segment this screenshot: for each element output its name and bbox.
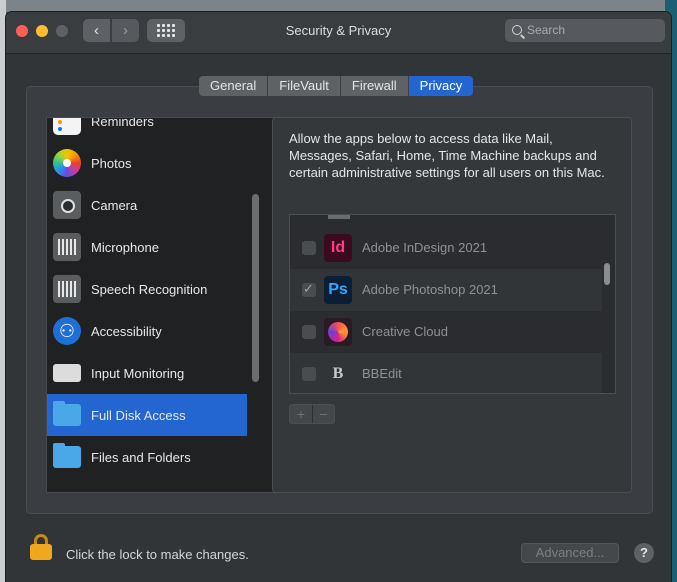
close-window-button[interactable] xyxy=(16,25,28,37)
app-name: Creative Cloud xyxy=(362,324,448,339)
folder-icon xyxy=(53,401,81,426)
zoom-window-button[interactable] xyxy=(56,25,68,37)
app-list[interactable]: Id Adobe InDesign 2021 Ps Adobe Photosho… xyxy=(289,214,616,394)
sidebar-item-photos[interactable]: Photos xyxy=(47,142,265,184)
app-row-photoshop[interactable]: Ps Adobe Photoshop 2021 xyxy=(290,269,602,311)
sidebar-item-camera[interactable]: Camera xyxy=(47,184,265,226)
minimize-window-button[interactable] xyxy=(36,25,48,37)
app-row-bbedit[interactable]: B BBEdit xyxy=(290,353,602,393)
add-remove-group: + − xyxy=(289,404,335,424)
sidebar-item-label: Microphone xyxy=(91,239,159,255)
app-list-scrollbar[interactable] xyxy=(604,263,610,285)
creative-cloud-icon xyxy=(324,318,352,346)
tab-firewall[interactable]: Firewall xyxy=(340,76,409,96)
speech-recognition-icon xyxy=(53,275,81,303)
advanced-button[interactable]: Advanced... xyxy=(521,543,619,563)
sidebar-item-label: Reminders xyxy=(91,117,154,129)
app-row-creative-cloud[interactable]: Creative Cloud xyxy=(290,311,602,353)
indesign-icon: Id xyxy=(324,234,352,262)
search-placeholder: Search xyxy=(527,23,566,37)
sidebar-item-label: Files and Folders xyxy=(91,449,191,465)
app-name: Adobe Photoshop 2021 xyxy=(362,282,498,297)
sidebar-item-label: Input Monitoring xyxy=(91,365,185,381)
microphone-icon xyxy=(53,233,81,261)
sidebar-item-input-monitoring[interactable]: Input Monitoring xyxy=(47,352,265,394)
folder-icon xyxy=(53,443,81,468)
app-name: Adobe InDesign 2021 xyxy=(362,240,488,255)
tab-privacy[interactable]: Privacy xyxy=(408,76,474,96)
privacy-panel: Reminders Photos Camera Microphone Speec… xyxy=(26,86,653,514)
lock-status-text: Click the lock to make changes. xyxy=(66,547,249,562)
keyboard-icon xyxy=(53,364,81,382)
app-checkbox[interactable] xyxy=(302,241,316,255)
sidebar-item-label: Accessibility xyxy=(91,323,162,339)
privacy-category-list[interactable]: Reminders Photos Camera Microphone Speec… xyxy=(46,117,275,493)
app-checkbox[interactable] xyxy=(302,367,316,381)
lock-icon[interactable] xyxy=(30,534,52,560)
sidebar-item-accessibility[interactable]: Accessibility xyxy=(47,310,265,352)
bbedit-icon: B xyxy=(324,360,352,388)
window-title: Security & Privacy xyxy=(285,23,392,38)
photoshop-icon: Ps xyxy=(324,276,352,304)
app-checkbox[interactable] xyxy=(302,325,316,339)
show-all-button[interactable] xyxy=(147,19,185,42)
help-button[interactable]: ? xyxy=(634,543,654,563)
app-access-box: Allow the apps below to access data like… xyxy=(272,117,632,493)
forward-button[interactable]: › xyxy=(112,19,139,42)
camera-icon xyxy=(53,191,81,219)
sidebar-item-microphone[interactable]: Microphone xyxy=(47,226,265,268)
tab-general[interactable]: General xyxy=(199,76,269,96)
sidebar-item-label: Full Disk Access xyxy=(91,407,186,423)
photos-icon xyxy=(53,149,81,177)
sidebar-item-files-and-folders[interactable]: Files and Folders xyxy=(47,436,265,478)
sidebar-scrollbar[interactable] xyxy=(252,194,259,382)
reminders-icon xyxy=(53,118,81,135)
back-button[interactable]: ‹ xyxy=(83,19,110,42)
desktop-background xyxy=(0,0,677,12)
app-checkbox[interactable] xyxy=(302,281,316,297)
tab-bar: General FileVault Firewall Privacy xyxy=(199,76,474,96)
sidebar-item-label: Photos xyxy=(91,155,132,171)
chevron-left-icon: ‹ xyxy=(94,22,99,39)
sidebar-item-speech-recognition[interactable]: Speech Recognition xyxy=(47,268,265,310)
sidebar-item-label: Camera xyxy=(91,197,138,213)
grid-icon xyxy=(157,24,175,37)
app-name: BBEdit xyxy=(362,366,402,381)
tab-filevault[interactable]: FileVault xyxy=(268,76,341,96)
remove-app-button[interactable]: − xyxy=(312,405,334,423)
sidebar-item-full-disk-access[interactable]: Full Disk Access xyxy=(47,394,247,436)
add-app-button[interactable]: + xyxy=(290,405,312,423)
sidebar-item-reminders[interactable]: Reminders xyxy=(47,117,265,142)
partial-row-icon xyxy=(328,215,350,219)
history-navigation: ‹ › xyxy=(83,19,139,42)
access-description: Allow the apps below to access data like… xyxy=(289,131,605,180)
titlebar: ‹ › Security & Privacy Search xyxy=(6,12,671,54)
accessibility-icon xyxy=(53,317,81,345)
security-privacy-window: ‹ › Security & Privacy Search General Fi… xyxy=(6,12,671,582)
app-row-indesign[interactable]: Id Adobe InDesign 2021 xyxy=(290,227,602,269)
search-icon xyxy=(512,25,522,35)
search-input[interactable]: Search xyxy=(505,19,665,42)
chevron-right-icon: › xyxy=(123,22,128,39)
sidebar-item-label: Speech Recognition xyxy=(91,281,208,297)
